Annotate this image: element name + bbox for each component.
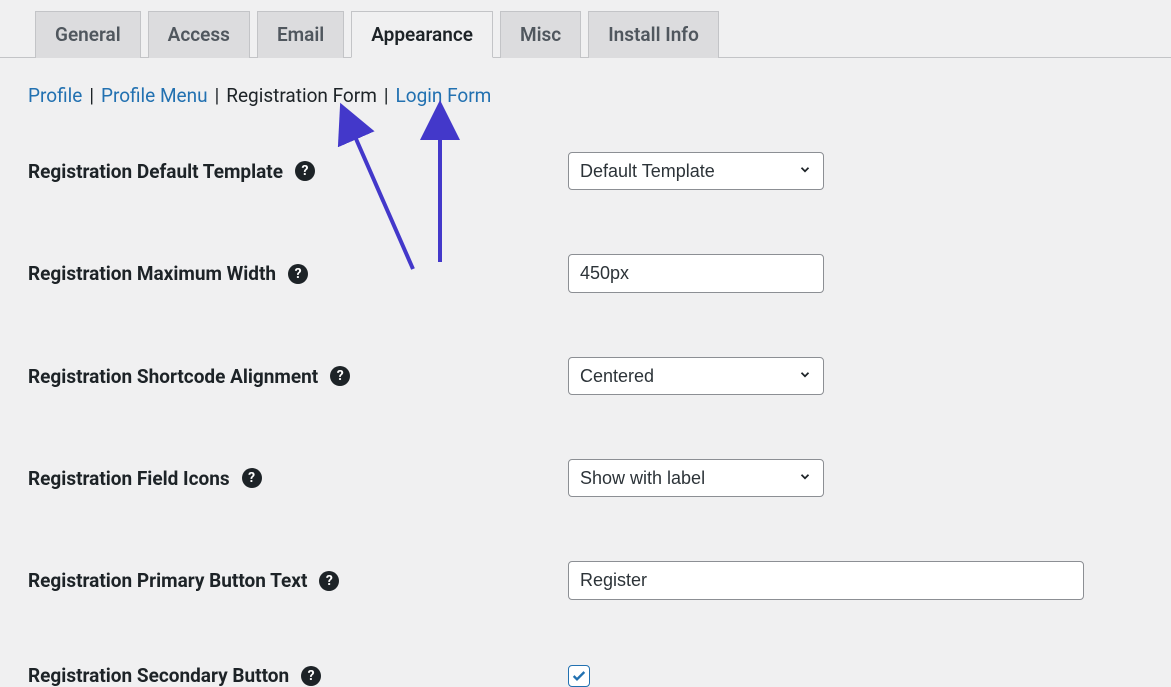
select-shortcode-alignment[interactable]: Centered bbox=[568, 357, 824, 395]
row-shortcode-alignment: Registration Shortcode Alignment ? Cente… bbox=[28, 357, 1171, 395]
subnav-profile-menu[interactable]: Profile Menu bbox=[101, 84, 208, 107]
subnav-login-form[interactable]: Login Form bbox=[396, 84, 492, 107]
tabs-nav: General Access Email Appearance Misc Ins… bbox=[0, 10, 1171, 58]
input-primary-button-text[interactable] bbox=[568, 561, 1084, 600]
row-max-width: Registration Maximum Width ? bbox=[28, 254, 1171, 293]
row-field-icons: Registration Field Icons ? Show with lab… bbox=[28, 459, 1171, 497]
help-icon[interactable]: ? bbox=[242, 468, 262, 488]
label-field-icons: Registration Field Icons bbox=[28, 467, 230, 490]
tab-general[interactable]: General bbox=[35, 11, 141, 58]
tab-email[interactable]: Email bbox=[257, 11, 344, 58]
tab-misc[interactable]: Misc bbox=[500, 11, 581, 58]
select-default-template[interactable]: Default Template bbox=[568, 152, 824, 190]
check-icon bbox=[571, 668, 587, 684]
subnav: Profile | Profile Menu | Registration Fo… bbox=[0, 58, 1171, 107]
help-icon[interactable]: ? bbox=[288, 264, 308, 284]
label-primary-button-text: Registration Primary Button Text bbox=[28, 569, 307, 592]
tab-access[interactable]: Access bbox=[148, 11, 250, 58]
row-default-template: Registration Default Template ? Default … bbox=[28, 152, 1171, 190]
help-icon[interactable]: ? bbox=[295, 161, 315, 181]
input-max-width[interactable] bbox=[568, 254, 824, 293]
subnav-profile[interactable]: Profile bbox=[28, 84, 82, 107]
settings-form: Registration Default Template ? Default … bbox=[0, 107, 1171, 687]
label-secondary-button: Registration Secondary Button bbox=[28, 664, 289, 687]
select-field-icons[interactable]: Show with label bbox=[568, 459, 824, 497]
subnav-registration-form[interactable]: Registration Form bbox=[226, 84, 377, 107]
checkbox-secondary-button[interactable] bbox=[568, 665, 590, 687]
separator: | bbox=[384, 84, 389, 107]
label-max-width: Registration Maximum Width bbox=[28, 262, 276, 285]
row-primary-button-text: Registration Primary Button Text ? bbox=[28, 561, 1171, 600]
label-default-template: Registration Default Template bbox=[28, 160, 283, 183]
help-icon[interactable]: ? bbox=[301, 666, 321, 686]
label-shortcode-alignment: Registration Shortcode Alignment bbox=[28, 365, 318, 388]
separator: | bbox=[89, 84, 94, 107]
tab-appearance[interactable]: Appearance bbox=[351, 11, 493, 58]
help-icon[interactable]: ? bbox=[319, 571, 339, 591]
separator: | bbox=[215, 84, 220, 107]
row-secondary-button: Registration Secondary Button ? bbox=[28, 664, 1171, 687]
tab-install-info[interactable]: Install Info bbox=[588, 11, 719, 58]
help-icon[interactable]: ? bbox=[330, 366, 350, 386]
